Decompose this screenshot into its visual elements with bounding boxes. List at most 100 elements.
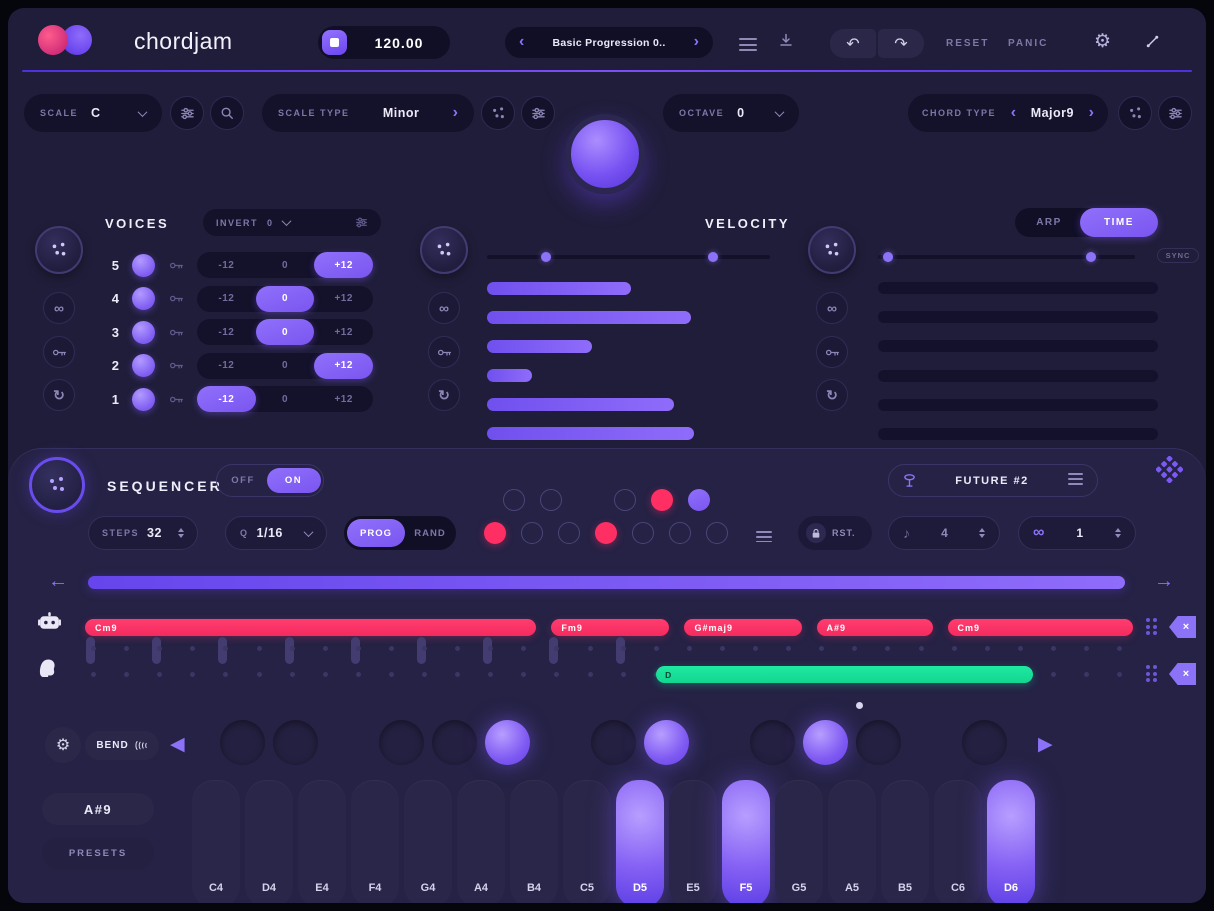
preset-prev-icon[interactable]: ‹: [519, 34, 524, 50]
redo-button[interactable]: ↷: [878, 29, 924, 58]
mixer-button[interactable]: [1158, 96, 1192, 130]
step-indicator[interactable]: [503, 489, 525, 511]
black-key-knob-fs4[interactable]: [379, 720, 424, 765]
piano-key-c5[interactable]: C5: [563, 780, 611, 903]
chord-block[interactable]: Cm9: [947, 619, 1133, 636]
mode-prog[interactable]: PROG: [347, 519, 405, 547]
step-indicator[interactable]: [484, 522, 506, 544]
slider-handle[interactable]: [707, 252, 718, 262]
sequence-progress-bar[interactable]: [88, 576, 1125, 589]
transpose-option[interactable]: -12: [197, 319, 256, 345]
refresh-button[interactable]: ↻: [428, 379, 460, 411]
transpose-option[interactable]: -12: [197, 252, 256, 278]
step-indicator[interactable]: [688, 489, 710, 511]
preset-selector[interactable]: ‹ Basic Progression 0.. ›: [505, 27, 713, 58]
voice-toggle[interactable]: [132, 354, 155, 377]
transpose-option[interactable]: 0: [256, 252, 315, 278]
velocity-slider[interactable]: [487, 252, 770, 262]
randomize-button[interactable]: [481, 96, 515, 130]
step-indicator[interactable]: [595, 522, 617, 544]
velocity-bar[interactable]: [487, 398, 674, 411]
download-icon[interactable]: [778, 32, 794, 53]
key-lock-button[interactable]: [816, 336, 848, 368]
black-key-knob-gs4[interactable]: [432, 720, 477, 765]
black-key-knob-cs4[interactable]: [220, 720, 265, 765]
time-bar[interactable]: [878, 369, 1158, 382]
slider-handle[interactable]: [883, 252, 894, 262]
key-link-icon[interactable]: [169, 294, 184, 303]
sequencer-randomize-knob[interactable]: [29, 457, 85, 513]
reset-steps-button[interactable]: RST.: [798, 516, 872, 550]
time-bar[interactable]: [878, 398, 1158, 411]
transpose-option[interactable]: -12: [197, 353, 256, 379]
black-key-knob-ds5[interactable]: [644, 720, 689, 765]
piano-key-b5[interactable]: B5: [881, 780, 929, 903]
scale-type-next-icon[interactable]: ›: [453, 105, 458, 121]
panic-button[interactable]: PANIC: [1008, 38, 1048, 49]
tab-time[interactable]: TIME: [1080, 208, 1158, 237]
piano-key-e4[interactable]: E4: [298, 780, 346, 903]
chord-type-prev-icon[interactable]: ‹: [1011, 105, 1016, 121]
velocity-bar[interactable]: [487, 369, 533, 382]
transpose-option[interactable]: -12: [197, 386, 256, 412]
piano-key-d4[interactable]: D4: [245, 780, 293, 903]
mode-rand[interactable]: RAND: [404, 516, 456, 550]
piano-key-f5[interactable]: F5: [722, 780, 770, 903]
piano-key-g5[interactable]: G5: [775, 780, 823, 903]
velocity-bar[interactable]: [487, 282, 632, 295]
page-indicator-dot[interactable]: [856, 702, 863, 709]
menu-icon[interactable]: [739, 38, 757, 55]
piano-key-g4[interactable]: G4: [404, 780, 452, 903]
chord-block[interactable]: Cm9: [85, 619, 536, 636]
bars-stepper[interactable]: ♪ 4: [888, 516, 1000, 550]
loop-stepper[interactable]: ∞ 1: [1018, 516, 1136, 550]
slider-handle[interactable]: [1086, 252, 1097, 262]
transpose-option[interactable]: 0: [256, 386, 315, 412]
transpose-option[interactable]: -12: [197, 286, 256, 312]
voice-toggle[interactable]: [132, 387, 155, 411]
voice-toggle[interactable]: [132, 320, 155, 344]
matrix-view-icon[interactable]: [1155, 455, 1184, 488]
transpose-option[interactable]: +12: [314, 386, 373, 412]
search-button[interactable]: [210, 96, 244, 130]
scale-select[interactable]: SCALE C: [24, 94, 162, 132]
velocity-randomize-knob[interactable]: [420, 226, 468, 274]
voices-randomize-knob[interactable]: [35, 226, 83, 274]
sequence-prev-arrow[interactable]: ←: [48, 570, 68, 593]
key-link-icon[interactable]: [169, 361, 184, 370]
step-indicator[interactable]: [540, 489, 562, 511]
bpm-display[interactable]: 120.00: [318, 26, 450, 59]
time-bar[interactable]: [878, 282, 1158, 294]
time-randomize-knob[interactable]: [808, 226, 856, 274]
black-key-knob-gs5[interactable]: [803, 720, 848, 765]
sequence-next-arrow[interactable]: →: [1154, 570, 1174, 593]
quantize-select[interactable]: Q 1/16: [225, 516, 327, 550]
transpose-option[interactable]: 0: [256, 353, 315, 379]
key-link-icon[interactable]: [169, 395, 184, 404]
key-link-icon[interactable]: [169, 261, 184, 270]
power-on-label[interactable]: ON: [266, 467, 321, 493]
refresh-button[interactable]: ↻: [816, 379, 848, 411]
transpose-option[interactable]: 0: [255, 285, 315, 312]
sequence-preset-selector[interactable]: FUTURE #2: [888, 464, 1098, 497]
transpose-option[interactable]: 0: [255, 319, 315, 345]
black-key-knob-cs5[interactable]: [591, 720, 636, 765]
chord-lane-drag-handle[interactable]: [1146, 618, 1160, 636]
time-slider[interactable]: [878, 252, 1135, 262]
mixer-button[interactable]: [521, 96, 555, 130]
piano-key-b4[interactable]: B4: [510, 780, 558, 903]
note-block[interactable]: D: [656, 666, 1034, 683]
stepper-arrows-icon[interactable]: [1115, 527, 1121, 539]
step-indicator[interactable]: [614, 489, 636, 511]
midi-patch-icon[interactable]: [1144, 33, 1161, 55]
black-key-knob-ds4[interactable]: [273, 720, 318, 765]
stop-button[interactable]: [322, 30, 347, 55]
mixer-button[interactable]: [170, 96, 204, 130]
preset-next-icon[interactable]: ›: [694, 34, 699, 50]
chord-block[interactable]: Fm9: [551, 619, 669, 636]
black-key-knob-cs6[interactable]: [962, 720, 1007, 765]
piano-key-d6[interactable]: D6: [987, 780, 1035, 903]
slider-handle[interactable]: [540, 252, 551, 262]
steps-menu-icon[interactable]: [756, 531, 772, 545]
invert-mixer-icon[interactable]: [355, 216, 368, 229]
